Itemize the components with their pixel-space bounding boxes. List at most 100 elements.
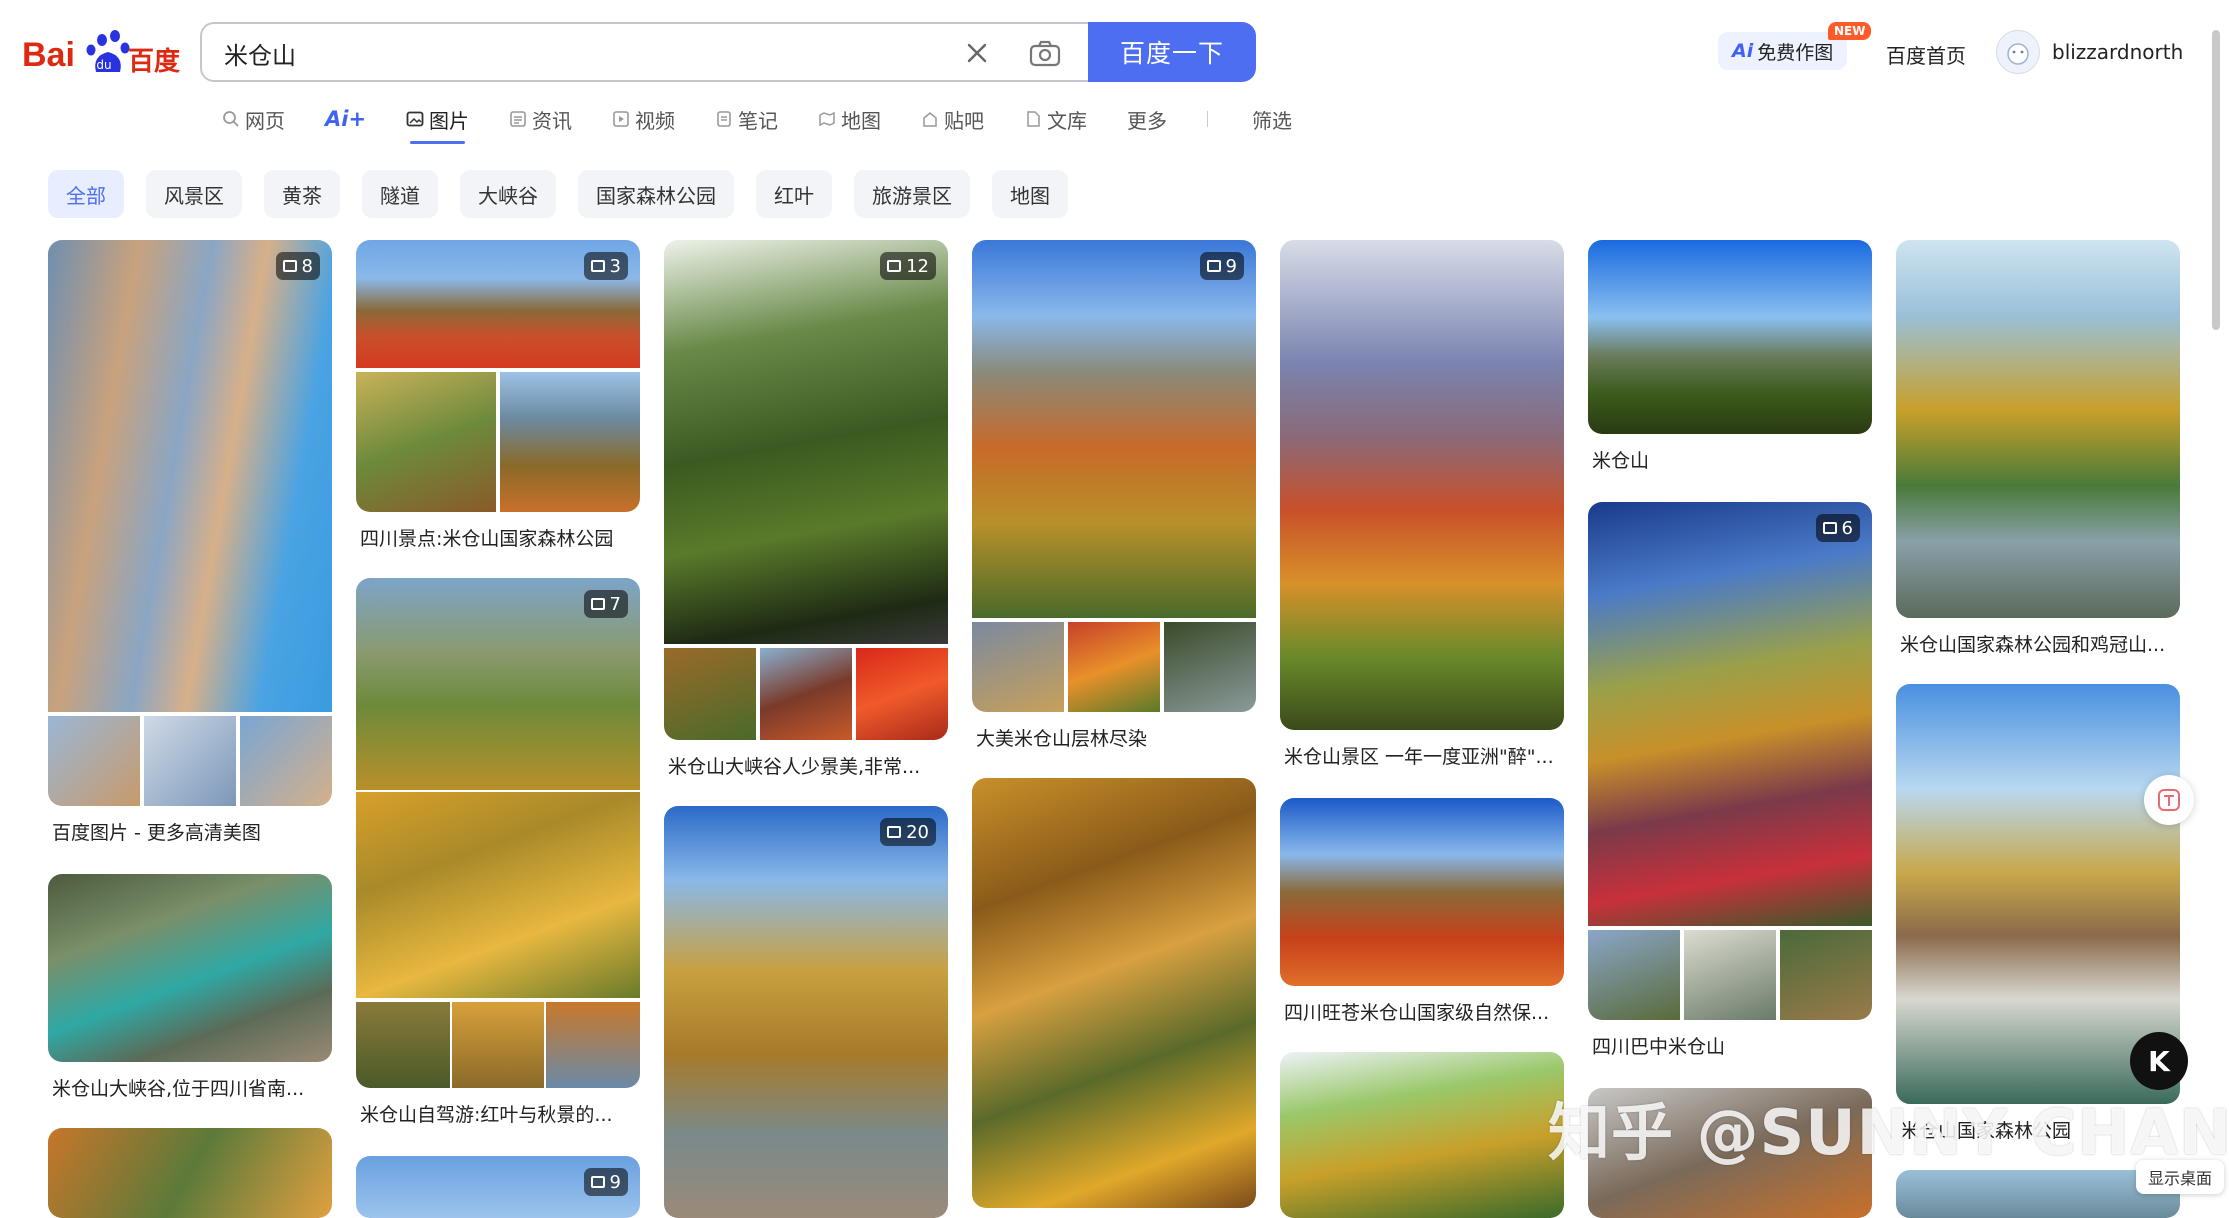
translate-icon bbox=[2158, 789, 2180, 811]
image-count-badge: 9 bbox=[1199, 252, 1244, 280]
image-result[interactable]: 8 bbox=[48, 240, 332, 806]
result-caption[interactable]: 米仓山 bbox=[1592, 446, 1872, 473]
user-avatar-icon bbox=[2007, 43, 2029, 65]
result-thumbnail bbox=[356, 1002, 450, 1088]
image-result[interactable]: 20 bbox=[664, 806, 948, 1218]
tab-notes[interactable]: 笔记 bbox=[715, 102, 778, 136]
result-caption[interactable]: 米仓山国家森林公园和鸡冠山... bbox=[1900, 630, 2180, 657]
result-thumbnail bbox=[664, 240, 948, 644]
result-caption[interactable]: 米仓山景区 一年一度亚洲"醉"... bbox=[1284, 742, 1564, 769]
translate-float-button[interactable] bbox=[2144, 775, 2194, 825]
result-thumbnail bbox=[48, 716, 140, 806]
result-thumbnail bbox=[972, 240, 1256, 618]
chip-map[interactable]: 地图 bbox=[992, 170, 1068, 218]
image-result[interactable] bbox=[48, 1128, 332, 1218]
gallery-icon bbox=[1206, 260, 1221, 272]
result-thumbnail bbox=[1280, 240, 1564, 730]
filter-button[interactable]: 筛选 bbox=[1252, 102, 1292, 136]
image-result[interactable] bbox=[48, 874, 332, 1062]
image-result[interactable] bbox=[1896, 240, 2180, 618]
image-result[interactable]: 12 bbox=[664, 240, 948, 740]
image-result[interactable] bbox=[1280, 240, 1564, 730]
result-caption[interactable]: 四川巴中米仓山 bbox=[1592, 1032, 1872, 1059]
result-caption[interactable]: 米仓山自驾游:红叶与秋景的... bbox=[360, 1100, 640, 1127]
result-thumbnail bbox=[1588, 240, 1872, 434]
image-result[interactable] bbox=[1280, 1052, 1564, 1218]
image-icon bbox=[406, 111, 424, 127]
result-caption[interactable]: 大美米仓山层林尽染 bbox=[976, 724, 1256, 751]
chip-tourist-area[interactable]: 旅游景区 bbox=[854, 170, 970, 218]
filter-label: 筛选 bbox=[1252, 108, 1293, 133]
chip-red-leaves[interactable]: 红叶 bbox=[756, 170, 832, 218]
image-count-badge: 3 bbox=[583, 252, 628, 280]
image-count-badge: 6 bbox=[1815, 514, 1860, 542]
scrollbar[interactable] bbox=[2212, 30, 2220, 330]
tab-news[interactable]: 资讯 bbox=[509, 102, 572, 136]
tab-label: Ai+ bbox=[325, 107, 367, 131]
tab-more[interactable]: 更多 bbox=[1127, 102, 1167, 136]
result-thumbnail bbox=[1280, 1052, 1564, 1218]
image-result[interactable] bbox=[1588, 240, 1872, 434]
home-link[interactable]: 百度首页 bbox=[1886, 40, 1966, 69]
tab-label: 图片 bbox=[429, 108, 470, 133]
tab-map[interactable]: 地图 bbox=[818, 102, 881, 136]
tab-images[interactable]: 图片 bbox=[406, 102, 470, 144]
gallery-icon bbox=[282, 260, 297, 272]
result-thumbnail bbox=[760, 648, 852, 740]
search-input[interactable] bbox=[222, 34, 926, 72]
gallery-icon bbox=[590, 1176, 605, 1188]
tab-label: 文库 bbox=[1047, 108, 1088, 133]
chip-all[interactable]: 全部 bbox=[48, 170, 124, 218]
new-badge: NEW bbox=[1828, 22, 1872, 40]
chip-tunnel[interactable]: 隧道 bbox=[362, 170, 438, 218]
result-thumbnail bbox=[356, 372, 496, 512]
svg-text:Bai: Bai bbox=[22, 36, 75, 74]
search-button[interactable]: 百度一下 bbox=[1088, 22, 1256, 82]
image-result[interactable] bbox=[972, 778, 1256, 1208]
chip-canyon[interactable]: 大峡谷 bbox=[460, 170, 556, 218]
result-caption[interactable]: 百度图片 - 更多高清美图 bbox=[52, 818, 332, 845]
image-result[interactable] bbox=[1280, 798, 1564, 986]
result-thumbnail bbox=[1280, 798, 1564, 986]
image-result[interactable]: 3 bbox=[356, 240, 640, 512]
result-thumbnail bbox=[240, 716, 332, 806]
count-value: 9 bbox=[1225, 255, 1237, 277]
image-result[interactable]: 7 bbox=[356, 578, 640, 1088]
tab-web[interactable]: 网页 bbox=[222, 102, 285, 136]
gallery-icon bbox=[1822, 522, 1837, 534]
result-thumbnail bbox=[500, 372, 640, 512]
result-thumbnail bbox=[1164, 622, 1256, 712]
tab-tieba[interactable]: 贴吧 bbox=[921, 102, 984, 136]
tab-ai-plus[interactable]: Ai+ bbox=[325, 102, 366, 136]
document-icon bbox=[1027, 111, 1040, 127]
camera-icon[interactable] bbox=[1028, 38, 1062, 68]
image-result[interactable]: 6 bbox=[1588, 502, 1872, 1020]
category-chips: 全部 风景区 黄茶 隧道 大峡谷 国家森林公园 红叶 旅游景区 地图 bbox=[48, 170, 1090, 218]
avatar[interactable] bbox=[1996, 30, 2040, 74]
tab-label: 网页 bbox=[245, 108, 285, 133]
result-thumbnail bbox=[1068, 622, 1160, 712]
chip-scenic-area[interactable]: 风景区 bbox=[146, 170, 242, 218]
result-thumbnail bbox=[972, 622, 1064, 712]
clear-icon[interactable] bbox=[962, 38, 992, 68]
result-caption[interactable]: 米仓山大峡谷,位于四川省南... bbox=[52, 1074, 332, 1101]
username[interactable]: blizzardnorth bbox=[2052, 40, 2183, 64]
result-caption[interactable]: 四川旺苍米仓山国家级自然保... bbox=[1284, 998, 1564, 1025]
result-caption[interactable]: 米仓山大峡谷人少景美,非常... bbox=[668, 752, 948, 779]
tab-video[interactable]: 视频 bbox=[612, 102, 675, 136]
show-desktop-button[interactable]: 显示桌面 bbox=[2136, 1160, 2224, 1194]
gallery-icon bbox=[887, 260, 902, 272]
chip-yellow-tea[interactable]: 黄茶 bbox=[264, 170, 340, 218]
image-count-badge: 12 bbox=[880, 252, 936, 280]
baidu-logo[interactable]: Bai du 百度 bbox=[22, 26, 182, 78]
ai-image-label: 免费作图 bbox=[1757, 41, 1834, 64]
tab-wenku[interactable]: 文库 bbox=[1024, 102, 1087, 136]
image-result[interactable]: 9 bbox=[356, 1156, 640, 1218]
image-result[interactable]: 9 bbox=[972, 240, 1256, 712]
result-thumbnail bbox=[546, 1002, 640, 1088]
result-caption[interactable]: 四川景点:米仓山国家森林公园 bbox=[360, 524, 640, 551]
result-thumbnail bbox=[664, 648, 756, 740]
count-value: 7 bbox=[609, 593, 621, 615]
result-thumbnail bbox=[1588, 930, 1680, 1020]
chip-forest-park[interactable]: 国家森林公园 bbox=[578, 170, 734, 218]
